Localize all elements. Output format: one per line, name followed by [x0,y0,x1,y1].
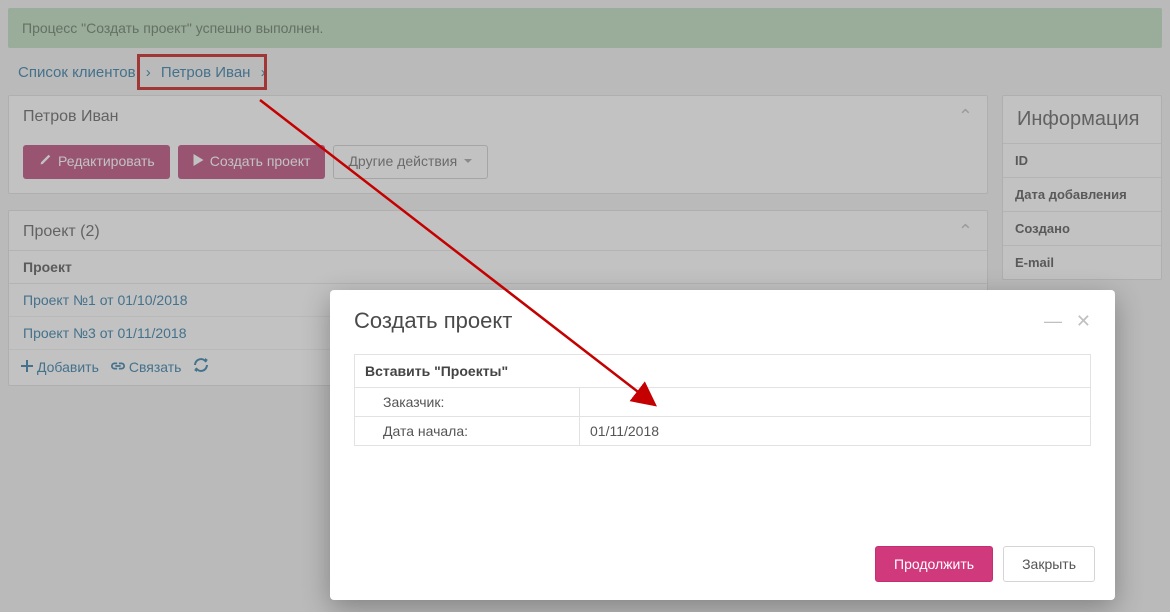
close-icon[interactable]: ✕ [1076,311,1091,331]
close-button-label: Закрыть [1022,556,1076,572]
field-label-customer: Заказчик: [355,388,580,417]
create-project-modal: Создать проект — ✕ Вставить "Проекты" За… [330,290,1115,600]
modal-title: Создать проект [354,308,512,334]
minimize-icon[interactable]: — [1044,311,1062,331]
field-label-start-date: Дата начала: [355,417,580,446]
modal-form-table: Вставить "Проекты" Заказчик: Дата начала… [354,354,1091,446]
continue-button-label: Продолжить [894,556,974,572]
field-value-start-date[interactable]: 01/11/2018 [580,417,1091,446]
continue-button[interactable]: Продолжить [875,546,993,582]
close-button[interactable]: Закрыть [1003,546,1095,582]
field-value-customer[interactable] [580,388,1091,417]
modal-section-header: Вставить "Проекты" [355,355,1091,388]
